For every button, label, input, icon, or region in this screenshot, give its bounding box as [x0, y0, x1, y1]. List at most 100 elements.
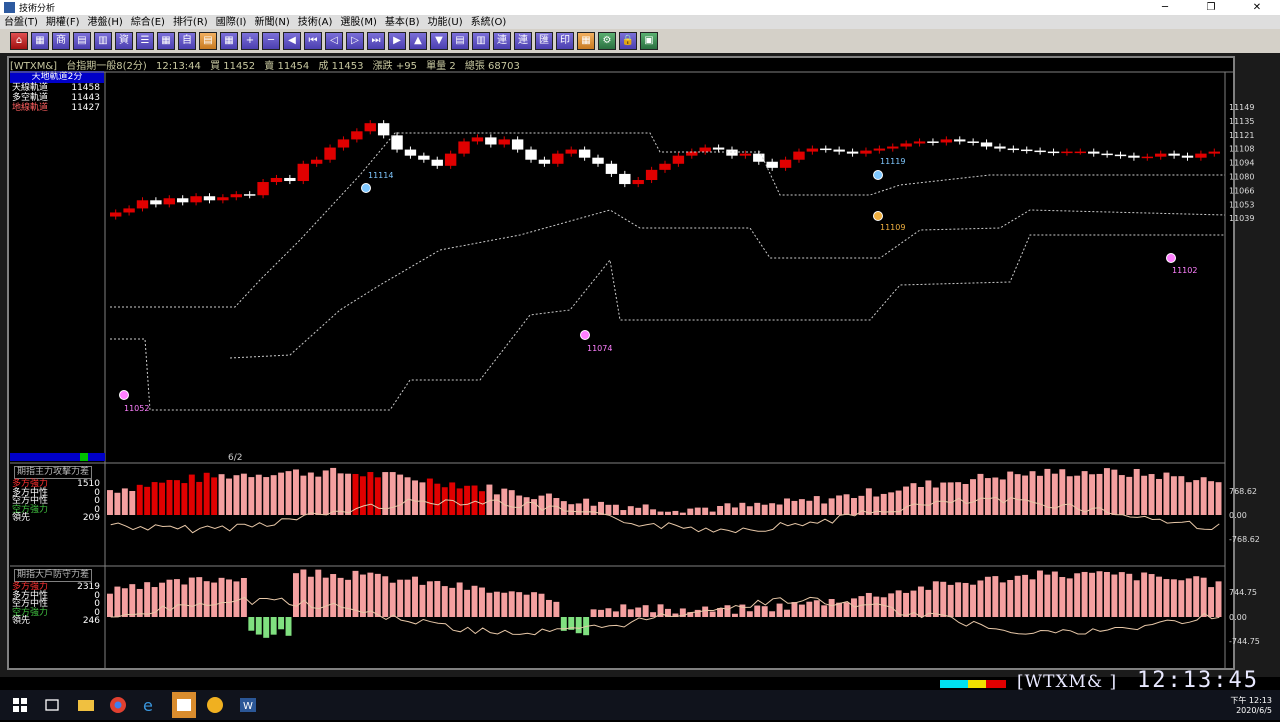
prev-icon[interactable]: ◁: [325, 32, 343, 50]
menu-bar: 台盤(T) 期權(F) 港盤(H) 綜合(E) 排行(R) 國際(I) 新聞(N) 技術(A)…: [0, 16, 1280, 29]
window-title-bar: 技術分析 ─ ❐ ✕: [0, 0, 1280, 16]
app-task-1-icon[interactable]: [172, 692, 196, 718]
list-icon[interactable]: ☰: [136, 32, 154, 50]
edge-icon[interactable]: e: [140, 695, 160, 715]
home-icon[interactable]: ⌂: [10, 32, 28, 50]
menu-item-9[interactable]: 基本(B): [381, 16, 424, 29]
quote-time: 12:13:44: [155, 61, 201, 72]
task-view-icon[interactable]: [42, 695, 62, 715]
indicator-title[interactable]: 天地軌道2分: [10, 71, 104, 83]
left-icon[interactable]: ◀: [283, 32, 301, 50]
sell-price: 賣 11454: [264, 61, 310, 72]
menu-item-0[interactable]: 台盤(T): [0, 16, 42, 29]
settings-icon[interactable]: ⚙: [598, 32, 616, 50]
first-icon[interactable]: ⏮: [304, 32, 322, 50]
menu-item-2[interactable]: 港盤(H): [83, 16, 126, 29]
print-icon[interactable]: 印: [556, 32, 574, 50]
legend-label: 地線軌道: [12, 103, 49, 113]
up-icon[interactable]: ▲: [409, 32, 427, 50]
doc-icon[interactable]: ▤: [451, 32, 469, 50]
menu-item-10[interactable]: 功能(U): [424, 16, 467, 29]
legend-value: 246: [82, 616, 100, 626]
status-symbol: [WTXM& ]: [1017, 672, 1118, 692]
maximize-button[interactable]: ❐: [1188, 0, 1234, 15]
table-icon[interactable]: ▤: [73, 32, 91, 50]
legend-row: 地線軌道 11427: [10, 103, 104, 113]
note-icon[interactable]: ▤: [199, 32, 217, 50]
link-icon[interactable]: 連: [493, 32, 511, 50]
monitor-icon[interactable]: ▣: [640, 32, 658, 50]
legend-label: 領先: [12, 513, 31, 523]
status-light-cyan: [940, 680, 968, 688]
menu-item-1[interactable]: 期權(F): [42, 16, 84, 29]
sub2-legend: 多方強力 2319 多方中性 0 空方中性 0 空方強力 0 領先 246: [10, 583, 104, 626]
status-light-red: [986, 680, 1006, 688]
minus-icon[interactable]: ─: [262, 32, 280, 50]
close-button[interactable]: ✕: [1234, 0, 1280, 15]
doc2-icon[interactable]: ▥: [472, 32, 490, 50]
right-icon[interactable]: ▶: [388, 32, 406, 50]
quote-info-line: [WTXM&] 台指期一般8(2分) 12:13:44 買 11452 賣 11…: [10, 57, 526, 72]
self-icon[interactable]: 自: [178, 32, 196, 50]
app-area: [0, 53, 1280, 677]
link2-icon[interactable]: 連: [514, 32, 532, 50]
sub1-legend: 多方強力 1510 多方中性 0 空方中性 0 空方強力 0 領先 209: [10, 480, 104, 523]
price-change: 漲跌 +95: [372, 61, 417, 72]
legend-row: 領先 246: [10, 617, 104, 626]
file-explorer-icon[interactable]: [76, 695, 96, 715]
sub2-title[interactable]: 期指大戶防守力差: [14, 569, 93, 582]
app-icon: [4, 2, 15, 13]
legend-row: 天線軌道 11458: [10, 83, 104, 93]
menu-item-6[interactable]: 新聞(N): [250, 16, 293, 29]
legend-label: 多空軌道: [12, 93, 49, 103]
legend-value: 11443: [71, 93, 100, 103]
start-icon[interactable]: [10, 695, 30, 715]
grid-icon[interactable]: ▦: [31, 32, 49, 50]
down-icon[interactable]: ▼: [430, 32, 448, 50]
menu-item-11[interactable]: 系統(O): [467, 16, 511, 29]
chart-icon[interactable]: ▥: [94, 32, 112, 50]
taskbar-date: 2020/6/5: [1236, 706, 1272, 715]
minimize-button[interactable]: ─: [1142, 0, 1188, 15]
app-task-2-icon[interactable]: [205, 695, 225, 715]
main-legend: 天地軌道2分 天線軌道 11458 多空軌道 11443 地線軌道 11427: [10, 71, 104, 116]
last-icon[interactable]: ⏭: [367, 32, 385, 50]
legend-value: 11427: [71, 103, 100, 113]
window-title: 技術分析: [19, 4, 56, 14]
legend-value: 11458: [71, 83, 100, 93]
svg-text:W: W: [243, 701, 253, 712]
status-light-yellow: [968, 680, 986, 688]
taskbar-time: 下午 12:13: [1230, 696, 1272, 705]
toolbar: ⌂ ▦ 商 ▤ ▥ 資 ☰ ▦ 自 ▤ ▦ + ─ ◀ ⏮ ◁ ▷ ⏭ ▶ ▲ ▼ ▤ ▥ 連連匯印 ▦ ⚙ 🔒 ▣: [0, 29, 1280, 53]
calc-icon[interactable]: ▦: [220, 32, 238, 50]
deal-price: 成 11453: [318, 61, 364, 72]
menu-item-5[interactable]: 國際(I): [212, 16, 251, 29]
single-volume: 單量 2: [426, 61, 456, 72]
next-icon[interactable]: ▷: [346, 32, 364, 50]
lock-icon[interactable]: 🔒: [619, 32, 637, 50]
svg-text:e: e: [143, 696, 153, 715]
shop-icon[interactable]: 商: [52, 32, 70, 50]
legend-row: 領先 209: [10, 514, 104, 523]
buy-price: 買 11452: [210, 61, 256, 72]
chart-frame: [7, 56, 1235, 670]
image-icon[interactable]: ▦: [577, 32, 595, 50]
legend-label: 領先: [12, 616, 31, 626]
exchange-icon[interactable]: 匯: [535, 32, 553, 50]
menu-item-7[interactable]: 技術(A): [294, 16, 337, 29]
taskbar-clock[interactable]: 下午 12:13 2020/6/5: [1230, 696, 1272, 716]
table2-icon[interactable]: ▦: [157, 32, 175, 50]
total-volume: 總張 68703: [464, 61, 520, 72]
capital-icon[interactable]: 資: [115, 32, 133, 50]
legend-value: 209: [82, 513, 100, 523]
menu-item-4[interactable]: 排行(R): [169, 16, 212, 29]
menu-item-3[interactable]: 綜合(E): [127, 16, 169, 29]
menu-item-8[interactable]: 選股(M): [336, 16, 380, 29]
chrome-icon[interactable]: [108, 695, 128, 715]
plus-icon[interactable]: +: [241, 32, 259, 50]
word-icon[interactable]: W: [238, 695, 258, 715]
windows-taskbar: e W 下午 12:13 2020/6/5: [0, 690, 1280, 720]
sub1-title[interactable]: 期指主力攻擊力差: [14, 466, 93, 479]
legend-row: 多空軌道 11443: [10, 93, 104, 103]
legend-label: 天線軌道: [12, 83, 49, 93]
